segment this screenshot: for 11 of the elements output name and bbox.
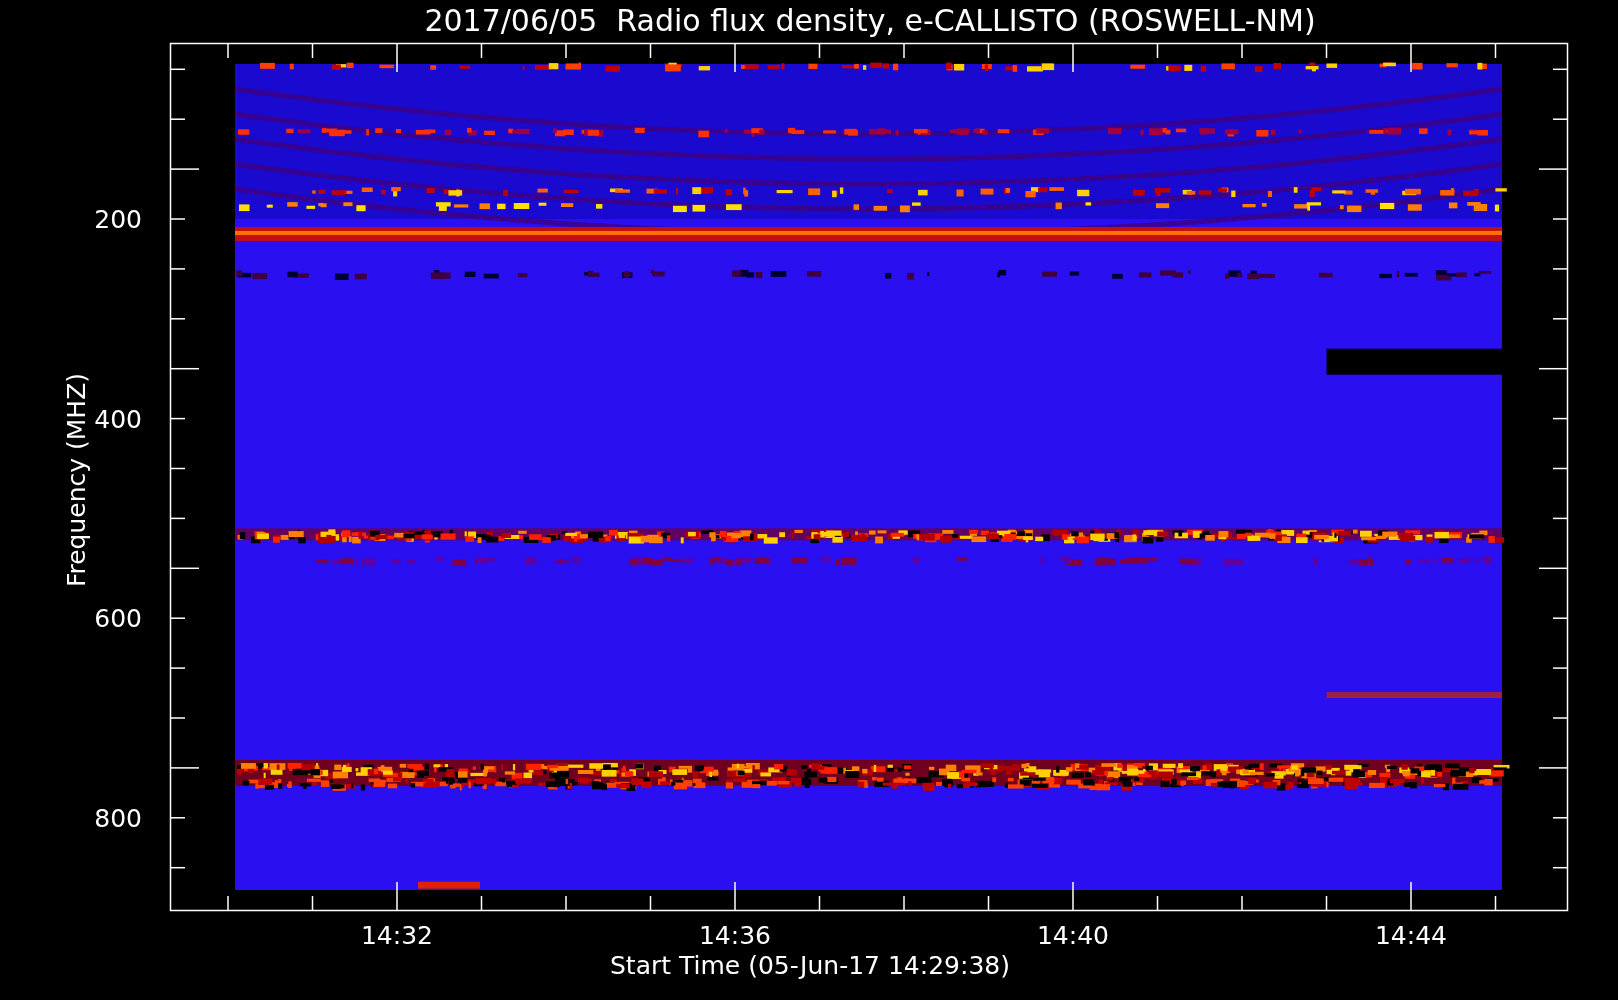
tick-label: 400 [94, 404, 142, 434]
tick-label: 200 [94, 205, 142, 234]
axis-label: Frequency (MHZ) [62, 372, 91, 588]
tick-label: 14:36 [699, 921, 771, 950]
tick-label: 14:32 [361, 921, 433, 950]
tick-label: 14:44 [1375, 921, 1447, 950]
tick-label: 600 [94, 604, 142, 634]
tick-label: 800 [94, 803, 142, 833]
axis-label: Start Time (05-Jun-17 14:29:38) [610, 951, 1010, 980]
tick-label: 14:40 [1037, 921, 1109, 950]
chart-title: 2017/06/05 Radio flux density, e-CALLISTO (ROSWELL-NM) [424, 3, 1316, 38]
